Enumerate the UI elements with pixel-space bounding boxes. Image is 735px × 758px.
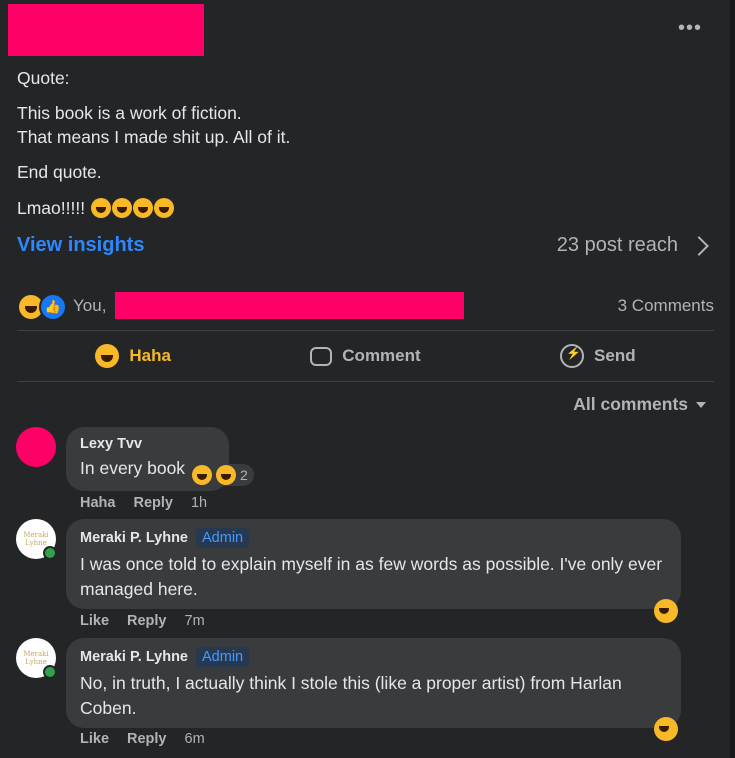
comment-text: No, in truth, I actually think I stole t… xyxy=(80,673,622,718)
send-button[interactable]: Send xyxy=(482,344,714,368)
comment-like-link[interactable]: Like xyxy=(80,731,109,747)
comment-text: I was once told to explain myself in as … xyxy=(80,554,663,599)
more-horizontal-icon[interactable]: ••• xyxy=(672,10,708,46)
admin-badge: Admin xyxy=(196,528,250,548)
post-reach-label: 23 post reach xyxy=(556,234,678,256)
post-body: Quote: This book is a work of fiction. Th… xyxy=(17,66,707,231)
comment-label: Comment xyxy=(342,346,421,365)
post-reach[interactable]: 23 post reach xyxy=(556,234,709,257)
reactors-label: You, xyxy=(73,296,107,315)
sort-label: All comments xyxy=(573,394,688,414)
haha-icon xyxy=(95,344,120,368)
comment-sort-dropdown[interactable]: All comments xyxy=(573,394,706,415)
comments-count[interactable]: 3 Comments xyxy=(618,296,714,316)
comment-reply-link[interactable]: Reply xyxy=(133,495,173,511)
comment-react-link[interactable]: Haha xyxy=(80,495,115,511)
view-insights-link[interactable]: View insights xyxy=(17,234,144,257)
like-reaction-icon: 👍 xyxy=(39,293,67,321)
haha-button[interactable]: Haha xyxy=(17,344,249,368)
caret-down-icon xyxy=(696,401,706,408)
comment-author[interactable]: Lexy Tvv xyxy=(80,436,215,452)
comment-bubble: Meraki P. Lyhne Admin No, in truth, I act… xyxy=(66,638,681,728)
comment-time[interactable]: 7m xyxy=(185,613,205,629)
online-status-icon xyxy=(43,665,57,679)
comment-time[interactable]: 1h xyxy=(191,495,207,511)
post-line: This book is a work of fiction. That mean… xyxy=(17,103,291,147)
send-label: Send xyxy=(594,346,636,365)
haha-reaction-icon[interactable] xyxy=(654,717,678,741)
divider xyxy=(17,381,714,382)
comment-bubble: Meraki P. Lyhne Admin I was once told to … xyxy=(66,519,681,609)
reaction-icons: 👍 xyxy=(17,293,69,321)
post-actions: Haha Comment Send xyxy=(17,331,714,381)
comment-icon xyxy=(310,346,333,366)
avatar-logo-text: Meraki Lyhne xyxy=(23,650,49,666)
rofl-emoji-icon xyxy=(132,198,153,219)
comment-reply-link[interactable]: Reply xyxy=(127,731,167,747)
reaction-count: 2 xyxy=(240,467,248,483)
redacted-author-name xyxy=(8,4,204,56)
comment-meta: Haha Reply 1h xyxy=(80,495,207,511)
haha-reaction-icon xyxy=(216,465,236,485)
post-line: End quote. xyxy=(17,162,102,182)
haha-reaction-icon[interactable] xyxy=(654,599,678,623)
online-status-icon xyxy=(43,546,57,560)
avatar-logo-text: Meraki Lyhne xyxy=(23,531,49,547)
haha-label: Haha xyxy=(129,346,171,365)
chevron-right-icon xyxy=(689,235,709,256)
comment-author[interactable]: Meraki P. Lyhne Admin xyxy=(80,528,667,548)
comment-like-link[interactable]: Like xyxy=(80,613,109,629)
avatar[interactable] xyxy=(16,427,56,467)
rofl-emoji-icon xyxy=(111,198,132,219)
post-line: Quote: xyxy=(17,68,70,88)
post-line: Lmao!!!!! xyxy=(17,195,707,220)
admin-badge: Admin xyxy=(196,647,250,667)
comment-button[interactable]: Comment xyxy=(249,346,481,366)
rofl-emoji-icon xyxy=(90,198,111,219)
comment-author[interactable]: Meraki P. Lyhne Admin xyxy=(80,647,667,667)
messenger-icon xyxy=(560,344,585,368)
grin-emoji-icon xyxy=(192,465,212,485)
post-card: ••• Quote: This book is a work of fictio… xyxy=(0,0,730,758)
comment-reply-link[interactable]: Reply xyxy=(127,613,167,629)
reactions-summary[interactable]: 👍 You, 3 Comments xyxy=(17,290,714,322)
comment-time[interactable]: 6m xyxy=(185,731,205,747)
comment-reactions[interactable]: 2 xyxy=(190,464,254,486)
comment-meta: Like Reply 6m xyxy=(80,731,205,747)
redacted-reactors xyxy=(115,292,464,319)
rofl-emoji-icon xyxy=(153,198,174,219)
comment-meta: Like Reply 7m xyxy=(80,613,205,629)
